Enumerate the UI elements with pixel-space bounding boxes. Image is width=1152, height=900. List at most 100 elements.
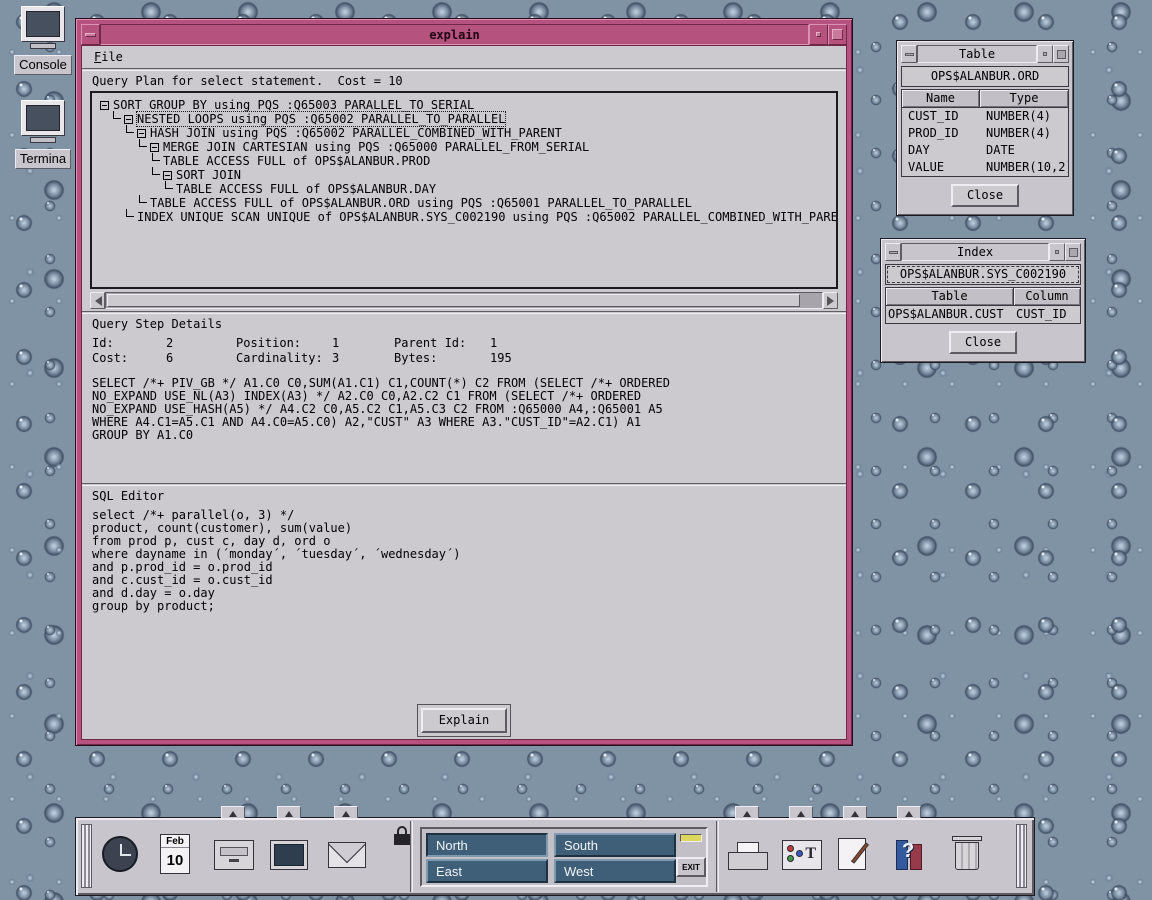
id-label: Id:: [92, 336, 166, 350]
close-button[interactable]: Close: [949, 331, 1017, 354]
table-dialog: Table OPS$ALANBUR.ORD Name Type CUST_ID …: [896, 40, 1074, 216]
trash-control[interactable]: [952, 836, 982, 870]
tab-style-manager[interactable]: [789, 806, 813, 818]
column-header-table[interactable]: Table: [886, 288, 1014, 305]
maximize-button[interactable]: [1053, 45, 1069, 63]
window-menu-button[interactable]: [81, 24, 100, 45]
text-editor-control[interactable]: [838, 838, 866, 870]
collapse-icon[interactable]: [163, 171, 172, 180]
maximize-button[interactable]: [1065, 243, 1081, 261]
collapse-icon[interactable]: [100, 101, 109, 110]
tree-node[interactable]: INDEX UNIQUE SCAN UNIQUE of OPS$ALANBUR.…: [96, 210, 832, 224]
terminal-control[interactable]: [270, 840, 308, 870]
workspace-button-north[interactable]: North: [426, 833, 548, 857]
scroll-right-button[interactable]: [823, 292, 838, 309]
tab-text-editor[interactable]: [843, 806, 867, 818]
lock-icon: [397, 826, 407, 834]
collapse-icon[interactable]: [124, 115, 133, 124]
tree-node[interactable]: TABLE ACCESS FULL of OPS$ALANBUR.PROD: [96, 154, 832, 168]
workspace-button-south[interactable]: South: [554, 833, 676, 857]
scroll-left-button[interactable]: [90, 292, 105, 309]
collapse-icon[interactable]: [137, 129, 146, 138]
file-manager-icon: [214, 840, 254, 870]
style-manager-control[interactable]: [782, 840, 822, 870]
calendar-control[interactable]: Feb 10: [160, 834, 190, 874]
mail-control[interactable]: [328, 842, 366, 868]
details-fields: Id: 2 Position: 1 Parent Id: 1 Cost: 6 C…: [92, 336, 836, 365]
column-header-column[interactable]: Column: [1014, 288, 1080, 305]
panel-separator: [410, 821, 413, 892]
table-row[interactable]: CUST_ID NUMBER(4): [902, 108, 1068, 125]
tab-file-manager[interactable]: [221, 806, 245, 818]
workspace-button-west[interactable]: West: [554, 859, 676, 883]
tree-node[interactable]: SORT JOIN: [96, 168, 832, 182]
position-value: 1: [332, 336, 394, 350]
panel-handle-left[interactable]: [81, 824, 92, 888]
horizontal-scrollbar[interactable]: [90, 292, 838, 309]
tree-node[interactable]: NESTED LOOPS using PQS :Q65002 PARALLEL_…: [96, 112, 832, 126]
scrollbar-thumb[interactable]: [107, 294, 800, 307]
sql-editor-textarea[interactable]: select /*+ parallel(o, 3) */ product, co…: [82, 505, 846, 701]
printer-icon: [728, 842, 768, 870]
tree-node[interactable]: TABLE ACCESS FULL of OPS$ALANBUR.DAY: [96, 182, 832, 196]
tree-node[interactable]: SORT GROUP BY using PQS :Q65003 PARALLEL…: [96, 98, 832, 112]
tree-node-label[interactable]: TABLE ACCESS FULL of OPS$ALANBUR.PROD: [163, 154, 430, 168]
scrollbar-trough[interactable]: [105, 292, 823, 309]
tree-node[interactable]: MERGE JOIN CARTESIAN using PQS :Q65000 P…: [96, 140, 832, 154]
tab-help[interactable]: [897, 806, 921, 818]
clock-control[interactable]: [102, 836, 138, 872]
tree-node-label[interactable]: INDEX UNIQUE SCAN UNIQUE of OPS$ALANBUR.…: [137, 210, 838, 224]
explain-button[interactable]: Explain: [421, 708, 508, 733]
index-row[interactable]: OPS$ALANBUR.CUST CUST_ID: [886, 306, 1080, 323]
panel-handle-right[interactable]: [1016, 824, 1027, 888]
explain-titlebar[interactable]: explain: [81, 24, 847, 45]
menu-file[interactable]: File: [88, 48, 129, 66]
tree-node-label[interactable]: MERGE JOIN CARTESIAN using PQS :Q65000 P…: [163, 140, 589, 154]
printer-body: [728, 852, 768, 870]
column-header-name[interactable]: Name: [902, 90, 980, 107]
minimize-button[interactable]: [809, 24, 828, 45]
mail-icon: [328, 842, 366, 868]
window-menu-icon: [905, 53, 914, 56]
console-screen: [26, 11, 60, 37]
table-dialog-titlebar[interactable]: Table: [901, 45, 1069, 63]
index-dialog-titlebar[interactable]: Index: [885, 243, 1081, 261]
up-arrow-icon: [342, 807, 350, 817]
trash-lid: [952, 836, 982, 841]
tree-node-label[interactable]: TABLE ACCESS FULL of OPS$ALANBUR.ORD usi…: [150, 196, 692, 210]
help-control[interactable]: [892, 838, 928, 870]
tree-node-label[interactable]: TABLE ACCESS FULL of OPS$ALANBUR.DAY: [176, 182, 436, 196]
minimize-button[interactable]: [1037, 45, 1053, 63]
left-arrow-icon: [90, 296, 102, 306]
query-plan-tree: SORT GROUP BY using PQS :Q65003 PARALLEL…: [90, 91, 838, 289]
column-header-type[interactable]: Type: [980, 90, 1068, 107]
collapse-icon[interactable]: [150, 143, 159, 152]
table-row[interactable]: DAY DATE: [902, 142, 1068, 159]
maximize-button[interactable]: [828, 24, 847, 45]
table-row[interactable]: PROD_ID NUMBER(4): [902, 125, 1068, 142]
tab-mail[interactable]: [334, 806, 358, 818]
tree-node-label-selected[interactable]: NESTED LOOPS using PQS :Q65002 PARALLEL_…: [137, 112, 505, 126]
tree-node-label[interactable]: HASH JOIN using PQS :Q65002 PARALLEL_COM…: [150, 126, 562, 140]
id-value: 2: [166, 336, 236, 350]
exit-button[interactable]: EXIT: [676, 857, 706, 877]
tree-node-label[interactable]: SORT GROUP BY using PQS :Q65003 PARALLEL…: [113, 98, 474, 112]
tree-node-label[interactable]: SORT JOIN: [176, 168, 241, 182]
cell-table: OPS$ALANBUR.CUST: [886, 307, 1014, 321]
file-manager-control[interactable]: [214, 840, 254, 870]
desktop-icon-console[interactable]: Console: [6, 6, 80, 75]
workspace-button-east[interactable]: East: [426, 859, 548, 883]
cell-name: CUST_ID: [902, 109, 980, 123]
tree-node[interactable]: HASH JOIN using PQS :Q65002 PARALLEL_COM…: [96, 126, 832, 140]
console-icon: [21, 6, 65, 42]
desktop-icon-terminal[interactable]: Termina: [6, 100, 80, 169]
printer-control[interactable]: [728, 842, 768, 870]
minimize-button[interactable]: [1049, 243, 1065, 261]
table-row[interactable]: VALUE NUMBER(10,2): [902, 159, 1068, 176]
tab-terminal[interactable]: [277, 806, 301, 818]
window-menu-button[interactable]: [901, 45, 917, 63]
close-button[interactable]: Close: [951, 184, 1019, 207]
window-menu-button[interactable]: [885, 243, 901, 261]
tree-node[interactable]: TABLE ACCESS FULL of OPS$ALANBUR.ORD usi…: [96, 196, 832, 210]
tab-printer[interactable]: [735, 806, 759, 818]
